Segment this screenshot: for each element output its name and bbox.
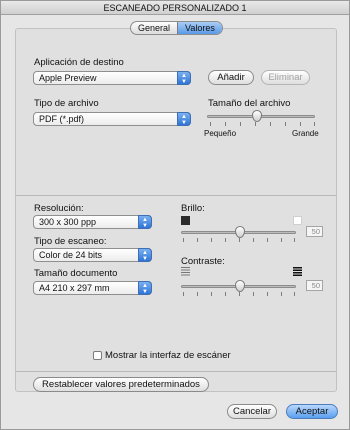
file-type-value: PDF (*.pdf) (39, 114, 85, 124)
slider-tick (300, 122, 301, 126)
slider-tick (294, 238, 295, 242)
footer-divider (16, 371, 336, 372)
slider-tick (281, 238, 282, 242)
slider-tick (285, 122, 286, 126)
popup-arrows-icon: ▲ ▼ (138, 248, 152, 262)
file-size-label: Tamaño del archivo (208, 98, 291, 109)
scan-type-value: Color de 24 bits (39, 250, 103, 260)
destination-value: Apple Preview (39, 73, 97, 83)
slider-tick (239, 292, 240, 296)
slider-tick (225, 238, 226, 242)
popup-arrows-icon: ▲ ▼ (177, 71, 191, 85)
slider-tick (294, 292, 295, 296)
tab-general[interactable]: General (131, 22, 177, 34)
section-divider (16, 195, 336, 196)
slider-tick (211, 238, 212, 242)
file-type-popup[interactable]: PDF (*.pdf) ▲ ▼ (33, 112, 191, 126)
resolution-popup[interactable]: 300 x 300 ppp ▲ ▼ (33, 215, 152, 229)
slider-tick (183, 292, 184, 296)
light-square-icon (293, 216, 302, 225)
doc-size-label: Tamaño documento (34, 268, 118, 279)
slider-tick (253, 292, 254, 296)
slider-tick (255, 122, 256, 126)
popup-arrows-icon: ▲ ▼ (138, 215, 152, 229)
scan-type-label: Tipo de escaneo: (34, 236, 107, 247)
dialog-window: ESCANEADO PERSONALIZADO 1 General Valore… (0, 0, 350, 430)
file-size-min-label: Pequeño (204, 129, 237, 138)
file-size-max-label: Grande (292, 129, 319, 138)
slider-tick (267, 238, 268, 242)
add-button[interactable]: Añadir (208, 70, 254, 85)
accept-button[interactable]: Aceptar (286, 404, 338, 419)
slider-tick (210, 122, 211, 126)
file-type-label: Tipo de archivo (34, 98, 99, 109)
dark-square-icon (181, 216, 190, 225)
window-title: ESCANEADO PERSONALIZADO 1 (1, 1, 349, 15)
low-contrast-icon (181, 267, 190, 276)
slider-tick (197, 238, 198, 242)
slider-tick (270, 122, 271, 126)
tab-valores[interactable]: Valores (177, 22, 222, 34)
slider-tick (225, 122, 226, 126)
high-contrast-icon (293, 267, 302, 276)
slider-tick (281, 292, 282, 296)
cancel-button[interactable]: Cancelar (227, 404, 277, 419)
popup-arrows-icon: ▲ ▼ (138, 281, 152, 295)
slider-tick (225, 292, 226, 296)
scan-type-popup[interactable]: Color de 24 bits ▲ ▼ (33, 248, 152, 262)
resolution-label: Resolución: (34, 203, 84, 214)
resolution-value: 300 x 300 ppp (39, 217, 97, 227)
slider-tick (240, 122, 241, 126)
slider-tick (314, 122, 315, 126)
remove-button[interactable]: Eliminar (261, 70, 310, 85)
destination-label: Aplicación de destino (34, 57, 124, 68)
brightness-label: Brillo: (181, 203, 205, 214)
slider-tick (253, 238, 254, 242)
contrast-value-field[interactable]: 50 (306, 280, 323, 291)
doc-size-value: A4 210 x 297 mm (39, 283, 110, 293)
doc-size-popup[interactable]: A4 210 x 297 mm ▲ ▼ (33, 281, 152, 295)
slider-tick (197, 292, 198, 296)
slider-tick (211, 292, 212, 296)
popup-arrows-icon: ▲ ▼ (177, 112, 191, 126)
destination-popup[interactable]: Apple Preview ▲ ▼ (33, 71, 191, 85)
brightness-value-field[interactable]: 50 (306, 226, 323, 237)
slider-tick (183, 238, 184, 242)
slider-tick (239, 238, 240, 242)
show-interface-checkbox[interactable] (93, 351, 102, 360)
slider-tick (267, 292, 268, 296)
reset-defaults-button[interactable]: Restablecer valores predeterminados (33, 377, 209, 392)
tab-bar: General Valores (130, 21, 223, 35)
contrast-label: Contraste: (181, 256, 225, 267)
show-interface-label: Mostrar la interfaz de escáner (105, 350, 231, 361)
